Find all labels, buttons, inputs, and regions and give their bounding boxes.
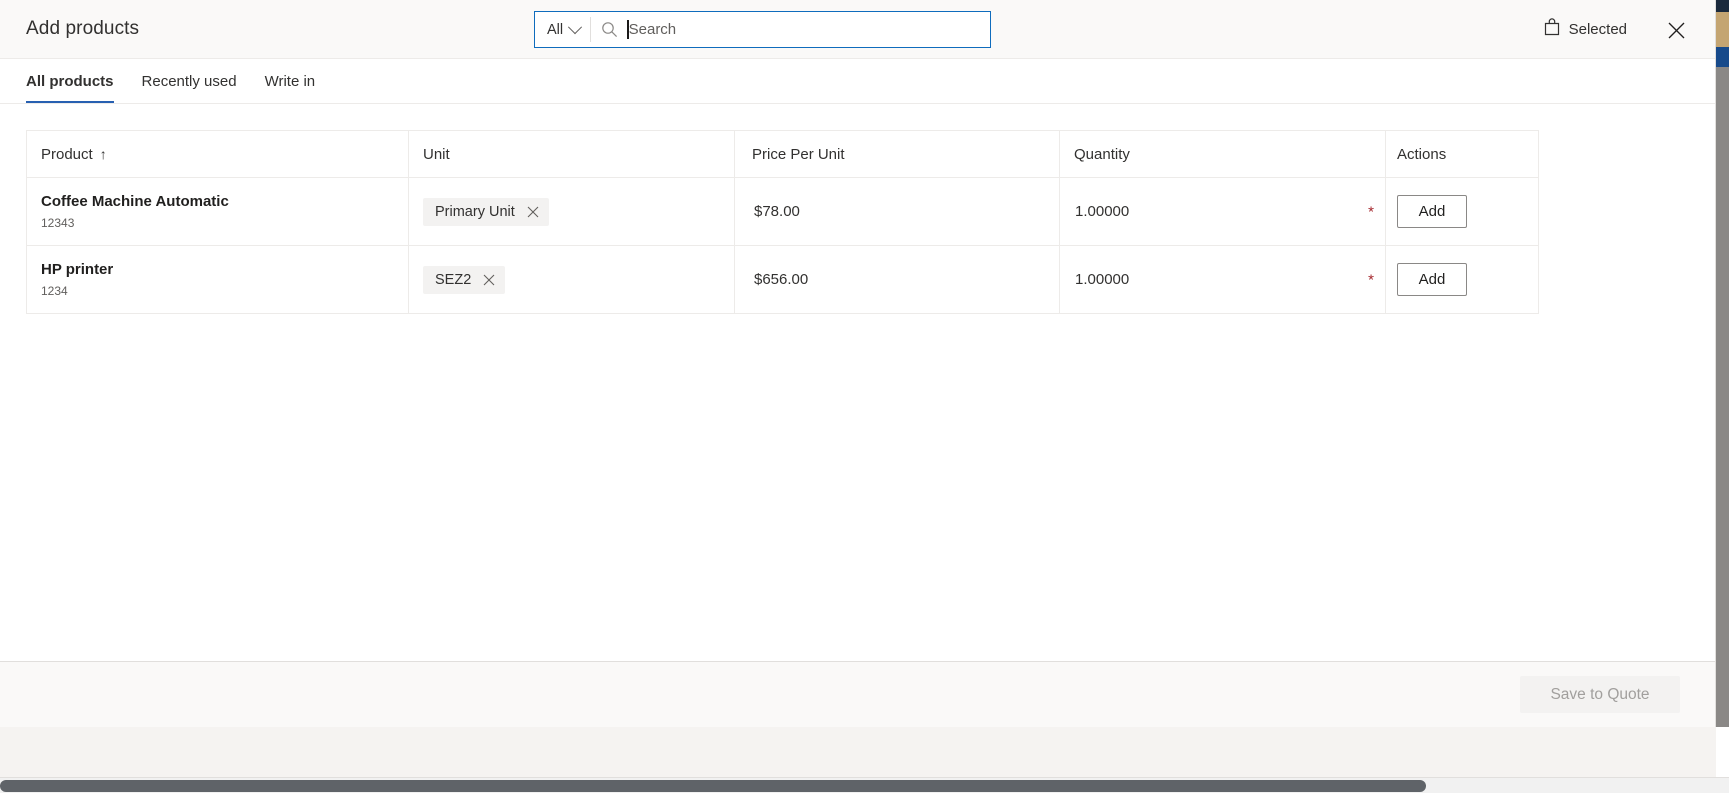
- dialog-footer: Save to Quote: [0, 661, 1715, 727]
- cell-quantity[interactable]: 1.00000 *: [1059, 177, 1386, 246]
- column-header-unit-label: Unit: [423, 145, 450, 163]
- tab-write-in[interactable]: Write in: [251, 59, 330, 103]
- horizontal-scrollbar[interactable]: [0, 777, 1729, 793]
- background-strip-dark: [1716, 0, 1729, 12]
- page-title: Add products: [26, 18, 140, 39]
- cell-product: Coffee Machine Automatic 12343: [26, 177, 409, 246]
- column-header-quantity[interactable]: Quantity: [1059, 130, 1386, 178]
- table-header: Product ↑ Unit Price Per Unit Quantity Ac: [26, 130, 1539, 178]
- sort-ascending-icon: ↑: [99, 145, 107, 162]
- table-row[interactable]: HP printer 1234 SEZ2 $656.00 1.00000 * A…: [26, 245, 1539, 314]
- cell-price-per-unit: $656.00: [734, 245, 1060, 314]
- add-products-dialog: Add products All Search Selected All pro…: [0, 0, 1716, 727]
- unit-chip-label: SEZ2: [435, 271, 472, 288]
- selected-label: Selected: [1568, 20, 1627, 38]
- cell-actions: Add: [1385, 177, 1539, 246]
- shopping-bag-icon: [1544, 17, 1560, 41]
- tab-all-products[interactable]: All products: [26, 59, 128, 103]
- screen-root: Add products All Search Selected All pro…: [0, 0, 1729, 793]
- search-scope-dropdown[interactable]: All: [535, 12, 590, 47]
- horizontal-scrollbar-thumb[interactable]: [0, 780, 1426, 792]
- quantity-value: 1.00000: [1075, 271, 1130, 288]
- product-id: 12343: [41, 216, 75, 230]
- tab-recently-used-label: Recently used: [141, 72, 237, 90]
- table-header-row: Product ↑ Unit Price Per Unit Quantity Ac: [26, 130, 1539, 178]
- column-header-quantity-label: Quantity: [1074, 145, 1130, 163]
- cell-price-per-unit: $78.00: [734, 177, 1060, 246]
- quantity-value: 1.00000: [1075, 203, 1130, 220]
- product-name: Coffee Machine Automatic: [41, 193, 229, 210]
- table-row[interactable]: Coffee Machine Automatic 12343 Primary U…: [26, 177, 1539, 246]
- close-icon[interactable]: [483, 274, 495, 286]
- close-icon[interactable]: [527, 206, 539, 218]
- cell-actions: Add: [1385, 245, 1539, 314]
- search-icon: [591, 12, 627, 47]
- search-input[interactable]: Search: [627, 12, 990, 47]
- products-table: Product ↑ Unit Price Per Unit Quantity Ac: [26, 130, 1539, 314]
- search-placeholder: Search: [628, 21, 677, 38]
- cell-unit: SEZ2: [408, 245, 735, 314]
- required-indicator: *: [1368, 203, 1374, 220]
- column-header-actions-label: Actions: [1397, 145, 1447, 163]
- tab-write-in-label: Write in: [264, 72, 316, 90]
- cell-product: HP printer 1234: [26, 245, 409, 314]
- product-id: 1234: [41, 284, 68, 298]
- save-to-quote-button[interactable]: Save to Quote: [1520, 676, 1680, 713]
- column-header-unit[interactable]: Unit: [408, 130, 735, 178]
- unit-chip-label: Primary Unit: [435, 203, 515, 220]
- tab-recently-used[interactable]: Recently used: [128, 59, 251, 103]
- background-strip-blue: [1716, 47, 1729, 67]
- column-header-price-per-unit-label: Price Per Unit: [752, 145, 845, 163]
- dialog-body: Product ↑ Unit Price Per Unit Quantity Ac: [0, 104, 1715, 661]
- add-button[interactable]: Add: [1397, 263, 1467, 296]
- search-scope-label: All: [547, 21, 564, 38]
- chevron-down-icon: [568, 19, 583, 34]
- cell-unit: Primary Unit: [408, 177, 735, 246]
- column-header-price-per-unit[interactable]: Price Per Unit: [734, 130, 1060, 178]
- close-icon[interactable]: [1659, 13, 1693, 47]
- price-per-unit-value: $78.00: [754, 203, 800, 220]
- column-header-product-label: Product: [41, 145, 93, 163]
- cell-quantity[interactable]: 1.00000 *: [1059, 245, 1386, 314]
- background-strip-tan: [1716, 12, 1729, 47]
- column-header-actions: Actions: [1385, 130, 1539, 178]
- search-bar[interactable]: All Search: [534, 11, 991, 48]
- table-body: Coffee Machine Automatic 12343 Primary U…: [26, 177, 1539, 314]
- product-name: HP printer: [41, 261, 114, 278]
- price-per-unit-value: $656.00: [754, 271, 809, 288]
- tab-all-products-label: All products: [26, 72, 114, 90]
- background-strip-grey: [1716, 67, 1729, 727]
- dialog-header: Add products All Search Selected: [0, 0, 1715, 59]
- tab-list: All products Recently used Write in: [0, 59, 1715, 104]
- selected-button[interactable]: Selected: [1544, 0, 1627, 58]
- column-header-product[interactable]: Product ↑: [26, 130, 409, 178]
- unit-chip[interactable]: Primary Unit: [423, 197, 549, 226]
- add-button[interactable]: Add: [1397, 195, 1467, 228]
- unit-chip[interactable]: SEZ2: [423, 265, 506, 294]
- required-indicator: *: [1368, 271, 1374, 288]
